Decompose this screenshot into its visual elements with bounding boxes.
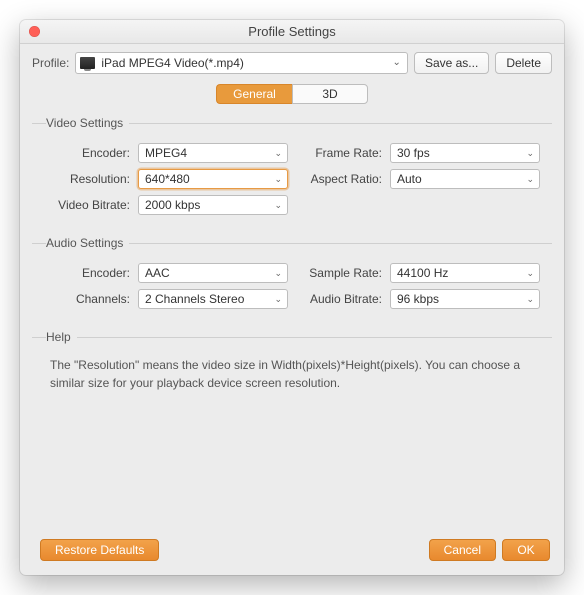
aspect-ratio-select[interactable]: Auto ⌄ xyxy=(390,169,540,189)
chevron-down-icon: ⌄ xyxy=(393,57,401,68)
frame-rate-value: 30 fps xyxy=(397,146,430,160)
settings-window: Profile Settings Profile: iPad MPEG4 Vid… xyxy=(20,20,564,575)
chevron-down-icon: ⌄ xyxy=(526,294,534,305)
sample-rate-value: 44100 Hz xyxy=(397,266,448,280)
restore-defaults-button[interactable]: Restore Defaults xyxy=(40,539,159,561)
audio-encoder-select[interactable]: AAC ⌄ xyxy=(138,263,288,283)
video-bitrate-label: Video Bitrate: xyxy=(38,198,132,212)
chevron-down-icon: ⌄ xyxy=(274,200,282,211)
profile-select[interactable]: iPad MPEG4 Video(*.mp4) ⌄ xyxy=(75,52,408,74)
sample-rate-select[interactable]: 44100 Hz ⌄ xyxy=(390,263,540,283)
tab-general[interactable]: General xyxy=(216,84,292,104)
chevron-down-icon: ⌄ xyxy=(274,294,282,305)
audio-encoder-value: AAC xyxy=(145,266,170,280)
save-as-button[interactable]: Save as... xyxy=(414,52,489,74)
audio-settings-group: Audio Settings Encoder: AAC ⌄ Sample Rat… xyxy=(32,236,552,312)
chevron-down-icon: ⌄ xyxy=(274,174,282,185)
video-encoder-value: MPEG4 xyxy=(145,146,187,160)
audio-bitrate-select[interactable]: 96 kbps ⌄ xyxy=(390,289,540,309)
aspect-ratio-value: Auto xyxy=(397,172,422,186)
channels-select[interactable]: 2 Channels Stereo ⌄ xyxy=(138,289,288,309)
frame-rate-select[interactable]: 30 fps ⌄ xyxy=(390,143,540,163)
channels-label: Channels: xyxy=(38,292,132,306)
help-text: The "Resolution" means the video size in… xyxy=(50,354,534,392)
chevron-down-icon: ⌄ xyxy=(274,268,282,279)
video-bitrate-value: 2000 kbps xyxy=(145,198,200,212)
window-title: Profile Settings xyxy=(20,24,564,39)
audio-encoder-label: Encoder: xyxy=(38,266,132,280)
tab-group: General 3D xyxy=(32,84,552,104)
delete-button[interactable]: Delete xyxy=(495,52,552,74)
audio-bitrate-label: Audio Bitrate: xyxy=(294,292,384,306)
ok-button[interactable]: OK xyxy=(502,539,550,561)
tab-3d[interactable]: 3D xyxy=(292,84,368,104)
chevron-down-icon: ⌄ xyxy=(526,174,534,185)
audio-settings-legend: Audio Settings xyxy=(46,236,129,250)
channels-value: 2 Channels Stereo xyxy=(145,292,244,306)
chevron-down-icon: ⌄ xyxy=(526,148,534,159)
video-encoder-label: Encoder: xyxy=(38,146,132,160)
device-icon xyxy=(80,57,95,69)
video-settings-group: Video Settings Encoder: MPEG4 ⌄ Frame Ra… xyxy=(32,116,552,218)
help-legend: Help xyxy=(46,330,77,344)
video-bitrate-select[interactable]: 2000 kbps ⌄ xyxy=(138,195,288,215)
help-group: Help The "Resolution" means the video si… xyxy=(32,330,552,392)
profile-row: Profile: iPad MPEG4 Video(*.mp4) ⌄ Save … xyxy=(32,52,552,74)
resolution-select[interactable]: 640*480 ⌄ xyxy=(138,169,288,189)
frame-rate-label: Frame Rate: xyxy=(294,146,384,160)
titlebar: Profile Settings xyxy=(20,20,564,44)
sample-rate-label: Sample Rate: xyxy=(294,266,384,280)
audio-bitrate-value: 96 kbps xyxy=(397,292,439,306)
video-settings-legend: Video Settings xyxy=(46,116,129,130)
chevron-down-icon: ⌄ xyxy=(274,148,282,159)
footer: Restore Defaults Cancel OK xyxy=(20,539,564,561)
profile-select-value: iPad MPEG4 Video(*.mp4) xyxy=(101,56,244,70)
chevron-down-icon: ⌄ xyxy=(526,268,534,279)
video-encoder-select[interactable]: MPEG4 ⌄ xyxy=(138,143,288,163)
window-body: Profile: iPad MPEG4 Video(*.mp4) ⌄ Save … xyxy=(20,44,564,392)
profile-label: Profile: xyxy=(32,56,69,70)
aspect-ratio-label: Aspect Ratio: xyxy=(294,172,384,186)
close-icon[interactable] xyxy=(29,26,40,37)
resolution-label: Resolution: xyxy=(38,172,132,186)
resolution-value: 640*480 xyxy=(145,172,190,186)
cancel-button[interactable]: Cancel xyxy=(429,539,496,561)
